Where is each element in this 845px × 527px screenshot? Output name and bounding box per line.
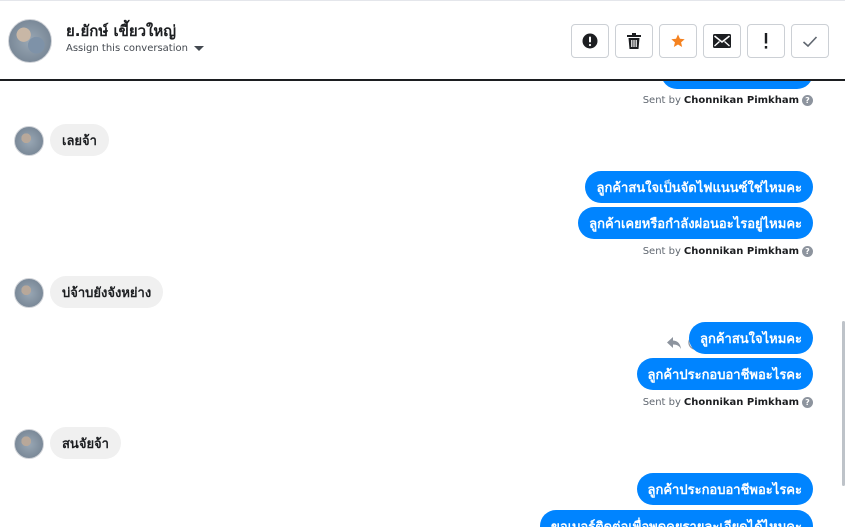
star-icon [671,34,685,47]
star-button[interactable] [659,24,697,58]
incoming-message[interactable]: สนจัยจ้า [50,427,121,459]
outgoing-message[interactable]: ลูกค้าเคยหรือกำลังผ่อนอะไรอยู่ไหมคะ [578,207,813,239]
spam-button[interactable] [571,24,609,58]
sender-avatar [14,429,44,459]
caret-down-icon [193,46,204,51]
outgoing-message[interactable]: ขอเบอร์ติดต่อเพื่อพูดคุยรายละเอียดได้ไหม… [540,510,813,527]
delete-button[interactable] [615,24,653,58]
outgoing-message[interactable]: ลูกค้าสนใจเป็นจัดไฟแนนซ์ใช่ไหมคะ [585,171,813,203]
outgoing-message[interactable]: ลูกค้าสนใจไหมคะ [689,322,813,354]
outgoing-message[interactable]: ลูกค้าประกอบอาชีพอะไรคะ [636,358,813,390]
check-icon [802,35,818,47]
envelope-icon [713,34,731,48]
outgoing-message[interactable]: ลูกค้าประกอบอาชีพอะไรคะ [636,473,813,505]
outgoing-message-partial[interactable] [661,81,813,89]
trash-icon [627,33,641,49]
incoming-message[interactable]: บ่จ้าบยังจังหย่าง [50,276,164,308]
sender-avatar [14,126,44,156]
help-icon[interactable]: ? [802,95,813,106]
conversation-toolbar [571,24,829,58]
help-icon[interactable]: ? [802,397,813,408]
mark-done-button[interactable] [791,24,829,58]
contact-avatar[interactable] [8,19,52,63]
sent-by-label: Sent by Chonnikan Pimkham ? [643,95,813,106]
message-thread[interactable]: Sent by Chonnikan Pimkham ? เลยจ้า ลูกค้… [0,81,845,527]
reply-icon[interactable] [666,336,682,350]
conversation-header: ย.ยักษ์ เขี้ยวใหญ่ Assign this conversat… [0,0,845,81]
follow-up-button[interactable] [747,24,785,58]
sent-by-label: Sent by Chonnikan Pimkham ? [643,246,813,257]
assign-label: Assign this conversation [66,43,188,54]
sender-avatar [14,278,44,308]
incoming-message[interactable]: เลยจ้า [50,124,109,156]
exclamation-icon [764,33,768,49]
sent-by-label: Sent by Chonnikan Pimkham ? [643,397,813,408]
assign-conversation-dropdown[interactable]: Assign this conversation [66,43,204,54]
help-icon[interactable]: ? [802,246,813,257]
alert-circle-icon [582,33,598,49]
contact-name[interactable]: ย.ยักษ์ เขี้ยวใหญ่ [66,19,176,43]
mark-unread-button[interactable] [703,24,741,58]
